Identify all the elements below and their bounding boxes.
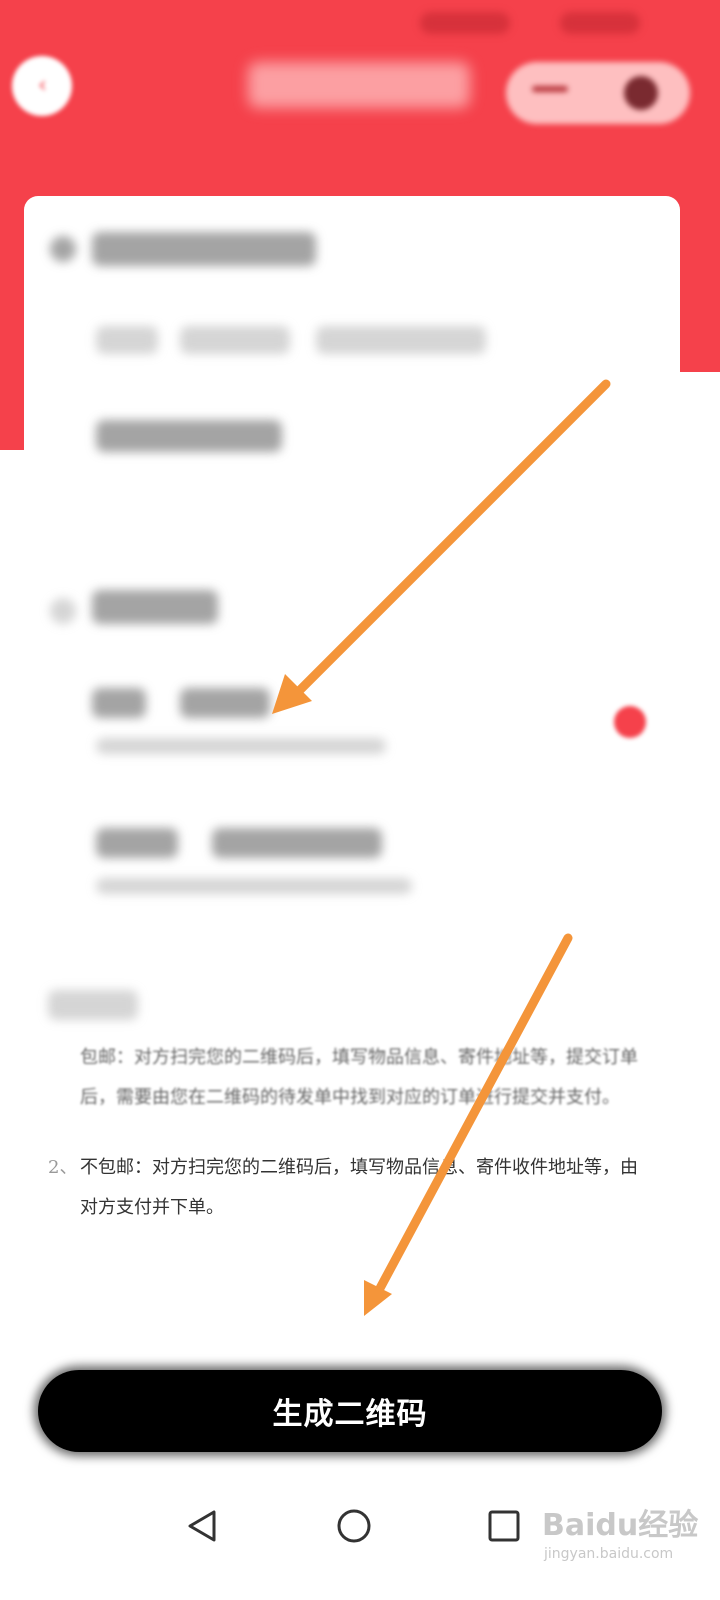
option-no-free-shipping-desc [212,828,382,858]
watermark-logo: Baidu经验 [542,1508,699,1543]
status-battery-icon [560,12,640,34]
nav-recent-icon[interactable] [484,1506,524,1546]
status-signal-icon [420,12,510,34]
note-text: 包邮：对方扫完您的二维码后，填写物品信息、寄件地址等，提交订单后，需要由您在二维… [80,1047,638,1108]
option-no-free-shipping-sub [96,878,412,894]
back-arrow-icon: ‹ [38,73,47,98]
generate-qr-code-button[interactable]: 生成二维码 [38,1370,662,1452]
annotation-arrow-2 [364,933,573,1316]
field-value [316,326,486,354]
note-text: 不包邮：对方扫完您的二维码后，填写物品信息、寄件收件地址等，由对方支付并下单。 [80,1157,638,1218]
field-label [96,326,158,354]
option-free-shipping-sub [96,738,386,754]
field-value [180,326,290,354]
note-number: 2、 [48,1157,78,1178]
more-dots-icon[interactable] [532,86,568,92]
sender-option-link[interactable] [96,420,282,452]
watermark-url: jingyan.baidu.com [544,1546,674,1562]
section-icon-sender [50,236,76,262]
section-title-sender [92,232,316,266]
option-no-free-shipping-label[interactable] [96,828,178,858]
section-title-shipping [92,590,218,624]
watermark: Baidu经验 jingyan.baidu.com [538,1490,710,1580]
header-background-extension [0,372,24,450]
back-button[interactable]: ‹ [12,56,72,116]
mini-program-capsule[interactable] [506,62,690,124]
option-free-shipping-label[interactable] [92,688,146,718]
page-title [248,62,470,108]
close-circle-icon[interactable] [624,76,658,110]
option-free-shipping-desc [180,688,270,718]
option-free-shipping-radio[interactable] [614,706,646,738]
notes-heading [48,990,138,1020]
section-icon-shipping [50,598,76,624]
nav-back-icon[interactable] [182,1506,222,1546]
nav-home-icon[interactable] [334,1506,374,1546]
